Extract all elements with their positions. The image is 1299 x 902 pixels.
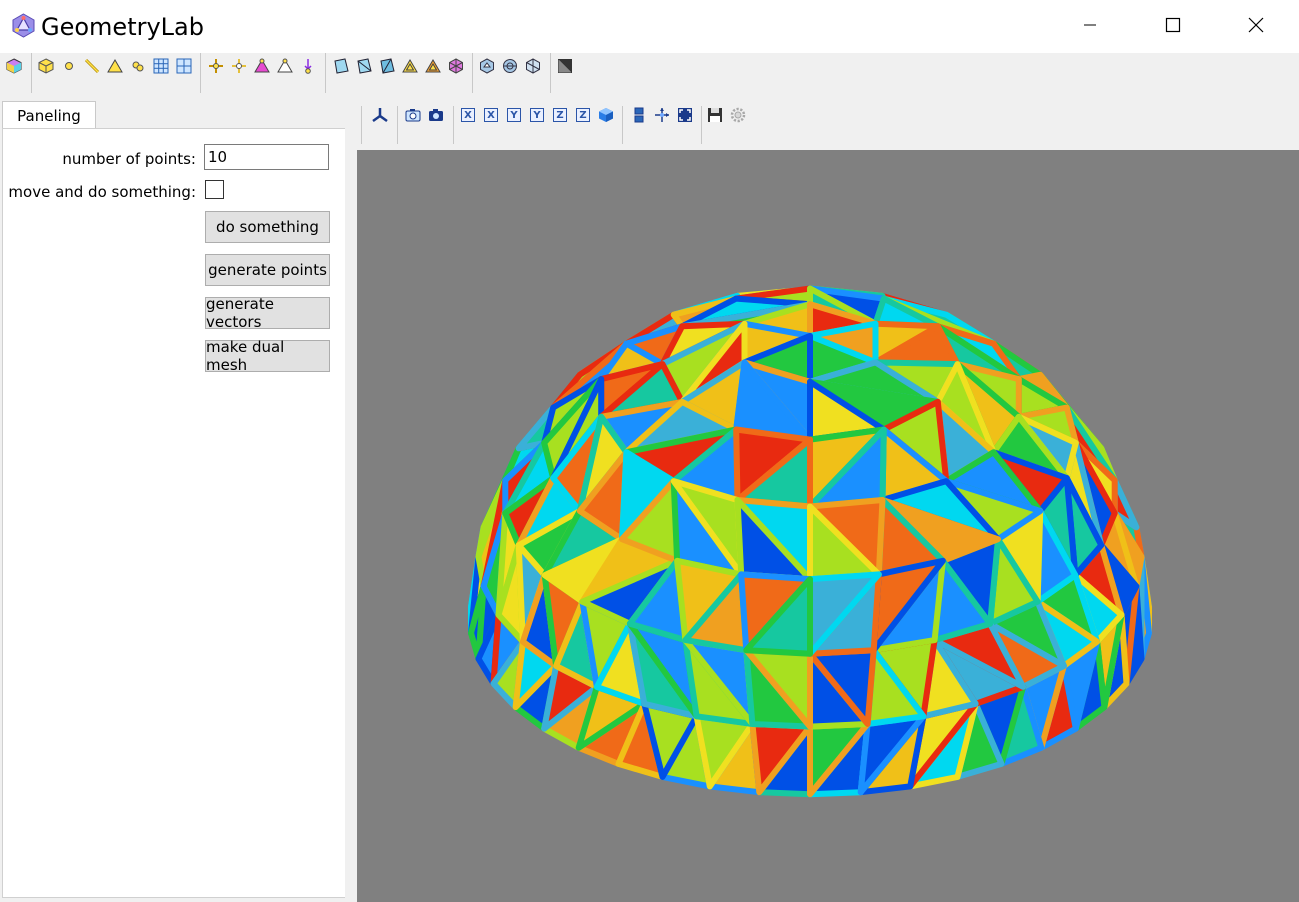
hex-icon[interactable] [448, 58, 464, 74]
generate-points-button[interactable]: generate points [205, 254, 330, 286]
title-bar: GeometryLab [0, 0, 1299, 53]
axis-z-button[interactable]: Z [553, 108, 567, 122]
axis-z-neg-button[interactable]: Z [576, 108, 590, 122]
quad-face-2-icon[interactable] [356, 58, 372, 74]
view-toolbar: X X Y Y Z Z [357, 100, 1299, 150]
line-icon[interactable] [84, 58, 100, 74]
settings-icon[interactable] [730, 107, 746, 123]
axis-x-neg-button[interactable]: X [484, 108, 498, 122]
fit-view-icon[interactable] [677, 107, 693, 123]
move-checkbox[interactable] [205, 180, 224, 199]
shading-toggle-icon[interactable] [557, 58, 573, 74]
move-vertex-icon[interactable] [231, 58, 247, 74]
triangle-icon[interactable] [107, 58, 123, 74]
side-panel: Paneling number of points: move and do s… [0, 100, 357, 902]
mesh-sphere-icon[interactable] [479, 58, 495, 74]
app-logo-icon [11, 13, 36, 38]
panel-splitter[interactable] [345, 100, 357, 902]
make-dual-mesh-button[interactable]: make dual mesh [205, 338, 330, 374]
close-icon [1248, 17, 1264, 37]
axis-x-button[interactable]: X [461, 108, 475, 122]
3d-viewport[interactable] [357, 150, 1299, 902]
save-icon[interactable] [707, 107, 723, 123]
tri-face-icon[interactable] [402, 58, 418, 74]
outline-triangle-icon[interactable] [277, 58, 293, 74]
camera-icon[interactable] [428, 107, 444, 123]
pin-down-icon[interactable] [300, 58, 316, 74]
maximize-button[interactable] [1145, 0, 1201, 53]
axis-y-neg-button[interactable]: Y [530, 108, 544, 122]
circles-icon[interactable] [130, 58, 146, 74]
pan-icon[interactable] [654, 107, 670, 123]
number-of-points-label: number of points: [62, 150, 196, 168]
tri-face-2-icon[interactable] [425, 58, 441, 74]
grid-icon[interactable] [153, 58, 169, 74]
quad-face-icon[interactable] [333, 58, 349, 74]
minimize-button[interactable] [1062, 0, 1118, 53]
window-title: GeometryLab [41, 13, 204, 41]
zoom-camera-icon[interactable] [405, 107, 421, 123]
tab-paneling[interactable]: Paneling [2, 101, 96, 129]
move-label: move and do something: [8, 183, 196, 201]
mesh-sphere-2-icon[interactable] [502, 58, 518, 74]
geodesic-dome-mesh [468, 285, 1152, 798]
minimize-icon [1083, 18, 1097, 36]
maximize-icon [1165, 17, 1181, 37]
mesh-sphere-3-icon[interactable] [525, 58, 541, 74]
axis-y-button[interactable]: Y [507, 108, 521, 122]
view-cube-icon[interactable] [598, 107, 614, 123]
close-button[interactable] [1228, 0, 1284, 53]
axes-icon[interactable] [372, 107, 388, 123]
cube-icon[interactable] [6, 58, 22, 74]
box-icon[interactable] [38, 58, 54, 74]
point-icon[interactable] [61, 58, 77, 74]
number-of-points-input[interactable] [204, 144, 329, 170]
generate-vectors-button[interactable]: generate vectors [205, 295, 330, 331]
add-vertex-icon[interactable] [208, 58, 224, 74]
quad-grid-icon[interactable] [176, 58, 192, 74]
do-something-button[interactable]: do something [205, 211, 330, 243]
pick-triangle-icon[interactable] [254, 58, 270, 74]
stack-icon[interactable] [631, 107, 647, 123]
quad-face-3-icon[interactable] [379, 58, 395, 74]
main-toolbar [0, 53, 1299, 100]
panel-body: number of points: move and do something:… [2, 128, 347, 898]
